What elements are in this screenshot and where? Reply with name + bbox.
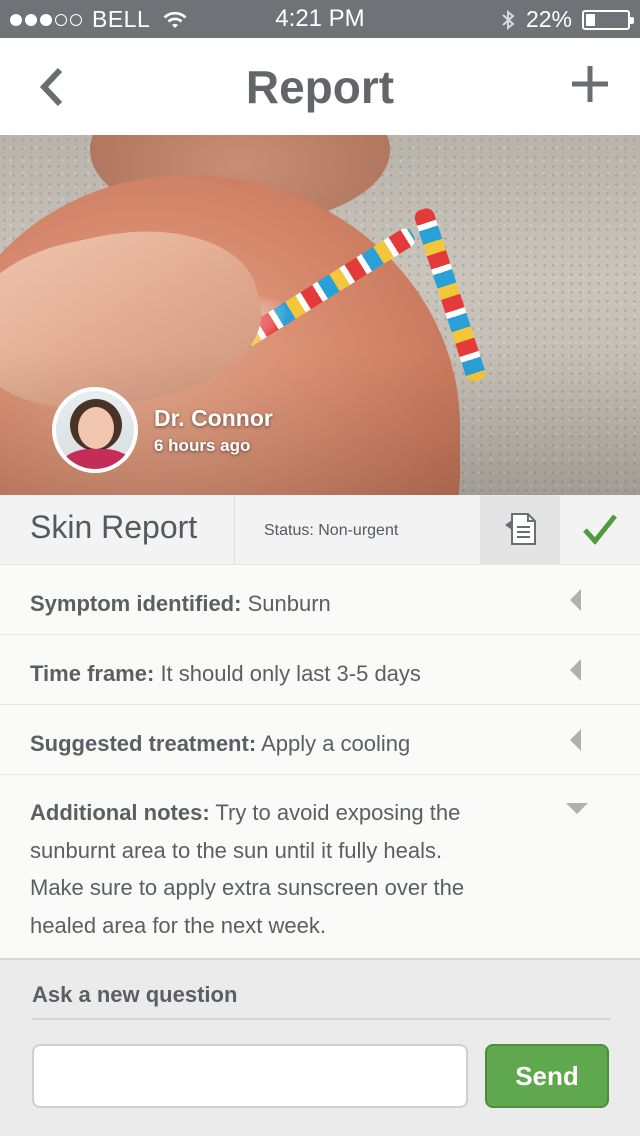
doctor-avatar[interactable] xyxy=(52,387,138,473)
report-time-ago: 6 hours ago xyxy=(154,435,251,455)
row-value: Sunburn xyxy=(247,591,331,616)
report-row-treatment[interactable]: Suggested treatment: Apply a cooling xyxy=(0,705,640,775)
bluetooth-icon xyxy=(502,9,515,30)
battery-level xyxy=(586,13,595,26)
report-title: Skin Report xyxy=(30,509,198,545)
divider xyxy=(234,495,235,565)
page-title: Report xyxy=(245,61,395,113)
row-label: Additional notes: xyxy=(30,800,210,825)
status-bar: BELL 4:21 PM 22% xyxy=(0,0,640,38)
doctor-meta: Dr. Connor 6 hours ago xyxy=(154,405,273,456)
report-row-notes[interactable]: Additional notes: Try to avoid exposing … xyxy=(0,775,640,958)
report-row-symptom[interactable]: Symptom identified: Sunburn xyxy=(0,565,640,635)
caret-down-icon xyxy=(566,803,588,814)
question-input[interactable] xyxy=(32,1044,468,1108)
send-button[interactable]: Send xyxy=(485,1044,609,1108)
divider xyxy=(32,1018,610,1020)
row-value: Apply a cooling xyxy=(261,731,411,756)
row-value: It should only last 3-5 days xyxy=(160,661,421,686)
status-badge: Status: Non-urgent xyxy=(264,522,399,539)
caret-left-icon xyxy=(570,589,581,611)
ask-question-panel: Ask a new question Send xyxy=(0,958,640,1136)
add-button[interactable] xyxy=(570,64,610,104)
row-label: Time frame: xyxy=(30,661,155,686)
confirm-button[interactable] xyxy=(560,495,640,565)
caret-left-icon xyxy=(570,729,581,751)
plus-icon xyxy=(572,66,608,102)
report-header: Skin Report Status: Non-urgent xyxy=(0,495,640,565)
battery-percent: 22% xyxy=(525,6,572,32)
checkmark-icon xyxy=(583,514,617,545)
row-label: Symptom identified: xyxy=(30,591,242,616)
doctor-name: Dr. Connor xyxy=(154,404,273,431)
ask-label: Ask a new question xyxy=(32,982,238,1007)
nav-bar: Report xyxy=(0,38,640,135)
doctor-info: Dr. Connor 6 hours ago xyxy=(52,387,273,473)
document-button[interactable] xyxy=(480,495,560,565)
battery-icon xyxy=(582,9,634,30)
row-label: Suggested treatment: xyxy=(30,731,257,756)
caret-left-icon xyxy=(570,659,581,681)
report-row-time-frame[interactable]: Time frame: It should only last 3-5 days xyxy=(0,635,640,705)
status-right: 22% xyxy=(500,6,634,33)
document-icon xyxy=(505,513,536,545)
